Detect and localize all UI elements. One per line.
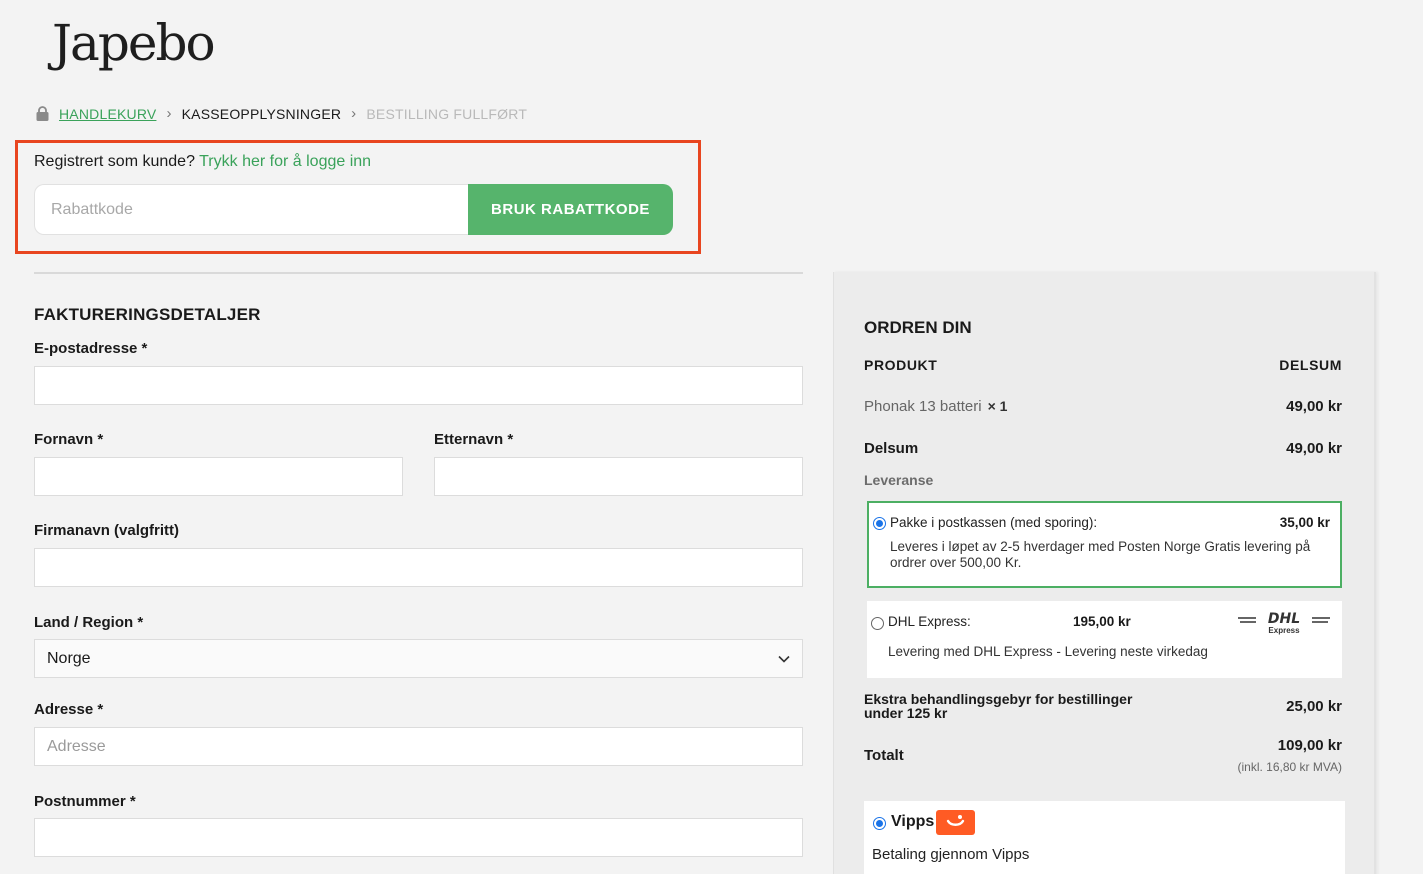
country-label: Land / Region * bbox=[34, 614, 144, 631]
fee-label: Ekstra behandlingsgebyr for bestillinger… bbox=[864, 691, 1133, 721]
shipping-option-mailbox[interactable]: Pakke i postkassen (med sporing): 35,00 … bbox=[867, 501, 1342, 588]
total-label: Totalt bbox=[864, 747, 904, 764]
subtotal-value: 49,00 kr bbox=[1286, 440, 1342, 457]
shipping-label: Leveranse bbox=[864, 472, 934, 488]
order-table-header: PRODUKT DELSUM bbox=[864, 357, 1342, 373]
subtotal-row: Delsum 49,00 kr bbox=[864, 440, 1342, 457]
shipping-radio-mailbox[interactable] bbox=[873, 517, 886, 530]
shipping-option-dhl[interactable]: DHL Express: 195,00 kr DHL Express Lever… bbox=[867, 601, 1342, 678]
chevron-down-icon bbox=[778, 655, 790, 663]
login-prompt: Registrert som kunde? Trykk her for å lo… bbox=[34, 153, 371, 171]
apply-coupon-button[interactable]: BRUK RABATTKODE bbox=[468, 184, 673, 235]
email-field[interactable] bbox=[34, 366, 803, 405]
checkout-breadcrumb: HANDLEKURV › KASSEOPPLYSNINGER › BESTILL… bbox=[36, 105, 527, 122]
product-qty: × 1 bbox=[987, 398, 1008, 414]
address-field[interactable] bbox=[34, 727, 803, 766]
shipping-desc: Leveres i løpet av 2-5 hverdager med Pos… bbox=[890, 539, 1311, 570]
product-price: 49,00 kr bbox=[1286, 398, 1342, 415]
shipping-price: 35,00 kr bbox=[1279, 515, 1330, 530]
shipping-desc: Levering med DHL Express - Levering nest… bbox=[888, 644, 1208, 659]
col-product: PRODUKT bbox=[864, 357, 938, 373]
lastname-label: Etternavn * bbox=[434, 431, 514, 448]
company-label: Firmanavn (valgfritt) bbox=[34, 522, 180, 539]
chevron-right-icon: › bbox=[166, 105, 172, 122]
order-item-row: Phonak 13 batteri × 1 49,00 kr bbox=[864, 398, 1342, 415]
company-field[interactable] bbox=[34, 548, 803, 587]
shipping-radio-dhl[interactable] bbox=[871, 617, 884, 630]
dhl-logo: DHL Express bbox=[1238, 611, 1330, 639]
coupon-form: BRUK RABATTKODE bbox=[34, 184, 673, 235]
payment-desc: Betaling gjennom Vipps bbox=[872, 846, 1030, 863]
chevron-right-icon: › bbox=[351, 105, 357, 122]
billing-title: FAKTURERINGSDETALJER bbox=[34, 305, 261, 324]
product-name: Phonak 13 batteri × 1 bbox=[864, 398, 1008, 415]
order-summary-panel: ORDREN DIN PRODUKT DELSUM Phonak 13 batt… bbox=[833, 272, 1376, 874]
login-link[interactable]: Trykk her for å logge inn bbox=[199, 153, 371, 170]
login-prompt-text: Registrert som kunde? bbox=[34, 153, 195, 170]
breadcrumb-order-complete: BESTILLING FULLFØRT bbox=[366, 105, 528, 122]
shipping-price: 195,00 kr bbox=[1073, 614, 1131, 629]
order-title: ORDREN DIN bbox=[864, 318, 972, 337]
col-subtotal: DELSUM bbox=[1279, 357, 1342, 373]
address-label: Adresse * bbox=[34, 701, 104, 718]
postcode-label: Postnummer * bbox=[34, 793, 136, 810]
payment-option-vipps[interactable]: Vipps Betaling gjennom Vipps bbox=[864, 801, 1345, 874]
postcode-field[interactable] bbox=[34, 818, 803, 857]
breadcrumb-checkout-details: KASSEOPPLYSNINGER bbox=[181, 105, 342, 122]
svg-text:DHL: DHL bbox=[1268, 611, 1300, 625]
country-select-value: Norge bbox=[47, 649, 91, 667]
lock-icon bbox=[36, 106, 49, 121]
fee-value: 25,00 kr bbox=[1286, 698, 1342, 715]
firstname-field[interactable] bbox=[34, 457, 403, 496]
japebo-logo[interactable]: Japebo bbox=[52, 14, 216, 72]
total-vat: (inkl. 16,80 kr MVA) bbox=[1237, 760, 1342, 774]
email-label: E-postadresse * bbox=[34, 340, 148, 357]
divider bbox=[34, 272, 803, 274]
firstname-label: Fornavn * bbox=[34, 431, 104, 448]
shipping-name: DHL Express: bbox=[888, 614, 971, 629]
coupon-input[interactable] bbox=[34, 184, 468, 235]
total-value: 109,00 kr bbox=[1277, 737, 1342, 754]
vipps-logo bbox=[936, 810, 975, 835]
shipping-name: Pakke i postkassen (med sporing): bbox=[890, 515, 1098, 530]
breadcrumb-cart-link[interactable]: HANDLEKURV bbox=[59, 106, 156, 122]
payment-method-name: Vipps bbox=[891, 813, 935, 830]
lastname-field[interactable] bbox=[434, 457, 803, 496]
country-select[interactable]: Norge bbox=[34, 639, 803, 678]
subtotal-label: Delsum bbox=[864, 440, 919, 457]
payment-radio-vipps[interactable] bbox=[873, 817, 886, 830]
